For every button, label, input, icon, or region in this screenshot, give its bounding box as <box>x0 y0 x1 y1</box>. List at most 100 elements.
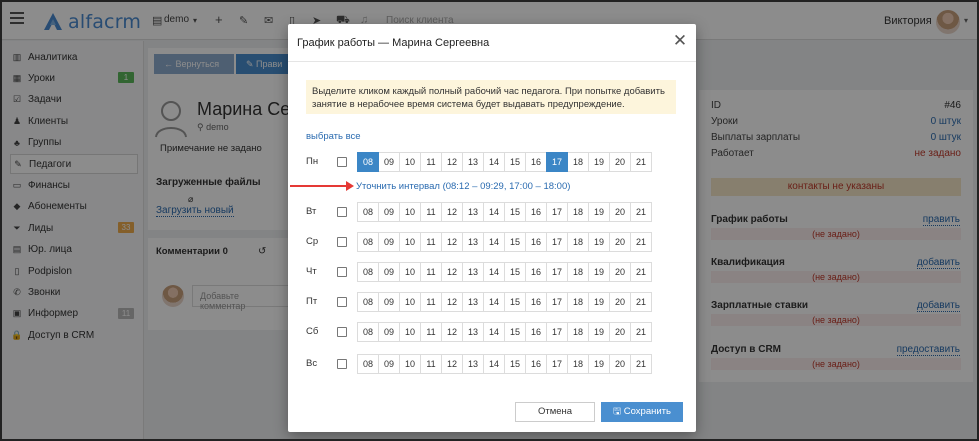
hour-cell[interactable]: 20 <box>609 322 631 342</box>
hour-cell[interactable]: 20 <box>609 292 631 312</box>
hour-cell[interactable]: 19 <box>588 292 610 312</box>
hour-cell[interactable]: 21 <box>630 354 652 374</box>
hour-cell[interactable]: 18 <box>567 262 589 282</box>
hour-cell[interactable]: 19 <box>588 202 610 222</box>
hour-cell[interactable]: 08 <box>357 292 379 312</box>
hour-cell[interactable]: 18 <box>567 232 589 252</box>
hour-cell[interactable]: 08 <box>357 152 379 172</box>
hour-cell[interactable]: 17 <box>546 322 568 342</box>
hour-cell[interactable]: 20 <box>609 202 631 222</box>
hour-cell[interactable]: 12 <box>441 354 463 374</box>
save-button[interactable]: 🖫 Сохранить <box>601 402 683 422</box>
hour-cell[interactable]: 08 <box>357 354 379 374</box>
hour-cell[interactable]: 21 <box>630 232 652 252</box>
close-icon[interactable]: ✕ <box>671 32 689 50</box>
hour-cell[interactable]: 14 <box>483 232 505 252</box>
hour-cell[interactable]: 20 <box>609 262 631 282</box>
interval-link[interactable]: Уточнить интервал (08:12 – 09:29, 17:00 … <box>356 181 570 192</box>
day-checkbox[interactable] <box>337 359 347 369</box>
hour-cell[interactable]: 21 <box>630 292 652 312</box>
hour-cell[interactable]: 08 <box>357 262 379 282</box>
hour-cell[interactable]: 20 <box>609 354 631 374</box>
hour-cell[interactable]: 09 <box>378 322 400 342</box>
hour-cell[interactable]: 10 <box>399 322 421 342</box>
hour-cell[interactable]: 09 <box>378 202 400 222</box>
hour-cell[interactable]: 13 <box>462 322 484 342</box>
hour-cell[interactable]: 14 <box>483 322 505 342</box>
hour-cell[interactable]: 16 <box>525 232 547 252</box>
hour-cell[interactable]: 15 <box>504 202 526 222</box>
hour-cell[interactable]: 20 <box>609 152 631 172</box>
hour-cell[interactable]: 08 <box>357 232 379 252</box>
hour-cell[interactable]: 10 <box>399 354 421 374</box>
hour-cell[interactable]: 17 <box>546 262 568 282</box>
day-checkbox[interactable] <box>337 327 347 337</box>
hour-cell[interactable]: 09 <box>378 292 400 312</box>
hour-cell[interactable]: 14 <box>483 292 505 312</box>
hour-cell[interactable]: 11 <box>420 322 442 342</box>
hour-cell[interactable]: 16 <box>525 202 547 222</box>
hour-cell[interactable]: 13 <box>462 232 484 252</box>
hour-cell[interactable]: 14 <box>483 262 505 282</box>
hour-cell[interactable]: 14 <box>483 354 505 374</box>
select-all-link[interactable]: выбрать все <box>306 131 361 142</box>
hour-cell[interactable]: 09 <box>378 152 400 172</box>
hour-cell[interactable]: 14 <box>483 202 505 222</box>
hour-cell[interactable]: 09 <box>378 262 400 282</box>
day-checkbox[interactable] <box>337 157 347 167</box>
hour-cell[interactable]: 19 <box>588 354 610 374</box>
cancel-button[interactable]: Отмена <box>515 402 595 422</box>
hour-cell[interactable]: 16 <box>525 292 547 312</box>
hour-cell[interactable]: 12 <box>441 322 463 342</box>
hour-cell[interactable]: 15 <box>504 354 526 374</box>
hour-cell[interactable]: 15 <box>504 262 526 282</box>
hour-cell[interactable]: 11 <box>420 232 442 252</box>
hour-cell[interactable]: 16 <box>525 322 547 342</box>
hour-cell[interactable]: 12 <box>441 262 463 282</box>
hour-cell[interactable]: 13 <box>462 152 484 172</box>
hour-cell[interactable]: 10 <box>399 202 421 222</box>
hour-cell[interactable]: 11 <box>420 292 442 312</box>
hour-cell[interactable]: 12 <box>441 292 463 312</box>
hour-cell[interactable]: 10 <box>399 152 421 172</box>
hour-cell[interactable]: 11 <box>420 262 442 282</box>
hour-cell[interactable]: 19 <box>588 152 610 172</box>
hour-cell[interactable]: 13 <box>462 262 484 282</box>
hour-cell[interactable]: 13 <box>462 292 484 312</box>
hour-cell[interactable]: 11 <box>420 354 442 374</box>
hour-cell[interactable]: 08 <box>357 322 379 342</box>
hour-cell[interactable]: 15 <box>504 152 526 172</box>
hour-cell[interactable]: 14 <box>483 152 505 172</box>
hour-cell[interactable]: 12 <box>441 232 463 252</box>
hour-cell[interactable]: 18 <box>567 354 589 374</box>
hour-cell[interactable]: 17 <box>546 232 568 252</box>
hour-cell[interactable]: 10 <box>399 292 421 312</box>
hour-cell[interactable]: 21 <box>630 202 652 222</box>
hour-cell[interactable]: 19 <box>588 262 610 282</box>
hour-cell[interactable]: 15 <box>504 292 526 312</box>
hour-cell[interactable]: 10 <box>399 262 421 282</box>
hour-cell[interactable]: 13 <box>462 202 484 222</box>
day-checkbox[interactable] <box>337 207 347 217</box>
hour-cell[interactable]: 10 <box>399 232 421 252</box>
hour-cell[interactable]: 16 <box>525 354 547 374</box>
hour-cell[interactable]: 13 <box>462 354 484 374</box>
hour-cell[interactable]: 21 <box>630 322 652 342</box>
hour-cell[interactable]: 11 <box>420 152 442 172</box>
day-checkbox[interactable] <box>337 237 347 247</box>
day-checkbox[interactable] <box>337 267 347 277</box>
hour-cell[interactable]: 09 <box>378 232 400 252</box>
hour-cell[interactable]: 21 <box>630 152 652 172</box>
hour-cell[interactable]: 08 <box>357 202 379 222</box>
hour-cell[interactable]: 18 <box>567 202 589 222</box>
hour-cell[interactable]: 16 <box>525 262 547 282</box>
hour-cell[interactable]: 17 <box>546 354 568 374</box>
hour-cell[interactable]: 21 <box>630 262 652 282</box>
hour-cell[interactable]: 17 <box>546 202 568 222</box>
hour-cell[interactable]: 19 <box>588 322 610 342</box>
hour-cell[interactable]: 15 <box>504 232 526 252</box>
hour-cell[interactable]: 18 <box>567 292 589 312</box>
hour-cell[interactable]: 19 <box>588 232 610 252</box>
hour-cell[interactable]: 18 <box>567 322 589 342</box>
hour-cell[interactable]: 09 <box>378 354 400 374</box>
